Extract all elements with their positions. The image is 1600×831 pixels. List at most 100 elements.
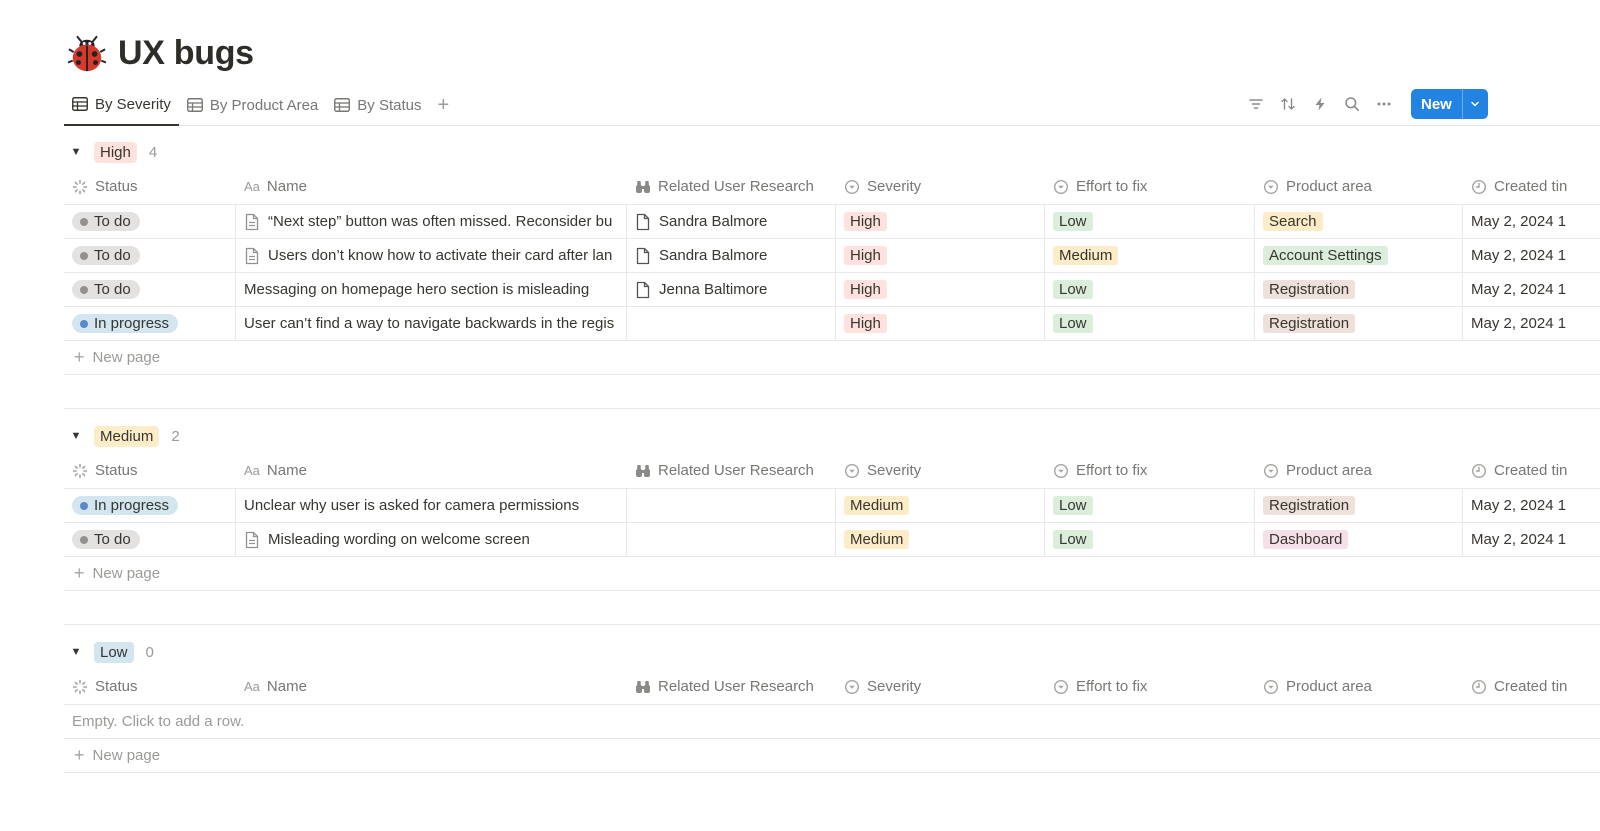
- severity-cell[interactable]: High: [836, 273, 1045, 306]
- column-header-research[interactable]: Related User Research: [627, 669, 836, 704]
- column-header-name[interactable]: Aa Name: [236, 453, 627, 488]
- product-area-cell[interactable]: Search: [1255, 205, 1463, 238]
- table-row[interactable]: To do Misleading wording on welcome scre…: [64, 523, 1600, 557]
- column-header-research[interactable]: Related User Research: [627, 453, 836, 488]
- group-count: 2: [171, 427, 180, 445]
- binoculars-icon: [636, 680, 650, 693]
- column-header-product-area[interactable]: Product area: [1255, 169, 1463, 204]
- name-cell[interactable]: “Next step” button was often missed. Rec…: [236, 205, 627, 238]
- status-cell[interactable]: To do: [64, 523, 236, 556]
- column-header-name[interactable]: Aa Name: [236, 169, 627, 204]
- severity-cell[interactable]: Medium: [836, 489, 1045, 522]
- status-cell[interactable]: To do: [64, 205, 236, 238]
- more-options-button[interactable]: [1368, 90, 1400, 118]
- status-cell[interactable]: To do: [64, 239, 236, 272]
- column-header-status[interactable]: Status: [64, 169, 236, 204]
- new-page-button[interactable]: + New page: [64, 557, 1600, 591]
- table-row[interactable]: To do Messaging on homepage hero section…: [64, 273, 1600, 307]
- effort-cell[interactable]: Low: [1045, 307, 1255, 340]
- research-cell[interactable]: Jenna Baltimore: [627, 273, 836, 306]
- effort-cell[interactable]: Low: [1045, 489, 1255, 522]
- created-cell[interactable]: May 2, 2024 1: [1463, 239, 1600, 272]
- severity-cell[interactable]: High: [836, 307, 1045, 340]
- created-cell[interactable]: May 2, 2024 1: [1463, 523, 1600, 556]
- new-page-button[interactable]: + New page: [64, 739, 1600, 773]
- column-header-effort[interactable]: Effort to fix: [1045, 669, 1255, 704]
- filter-button[interactable]: [1240, 90, 1272, 118]
- column-header-effort[interactable]: Effort to fix: [1045, 453, 1255, 488]
- research-cell[interactable]: [627, 489, 836, 522]
- name-cell[interactable]: Messaging on homepage hero section is mi…: [236, 273, 627, 306]
- name-cell[interactable]: Users don’t know how to activate their c…: [236, 239, 627, 272]
- product-area-cell[interactable]: Registration: [1255, 273, 1463, 306]
- column-header-severity[interactable]: Severity: [836, 669, 1045, 704]
- product-area-cell[interactable]: Registration: [1255, 307, 1463, 340]
- new-page-label: New page: [92, 349, 161, 366]
- table-row[interactable]: To do “Next step” button was often misse…: [64, 205, 1600, 239]
- severity-cell[interactable]: Medium: [836, 523, 1045, 556]
- select-icon: [844, 179, 860, 194]
- ladybug-icon[interactable]: [68, 35, 106, 73]
- effort-cell[interactable]: Low: [1045, 523, 1255, 556]
- research-link[interactable]: Jenna Baltimore: [635, 281, 767, 299]
- created-cell[interactable]: May 2, 2024 1: [1463, 273, 1600, 306]
- status-cell[interactable]: To do: [64, 273, 236, 306]
- column-header-name[interactable]: Aa Name: [236, 669, 627, 704]
- collapse-toggle[interactable]: ▼: [64, 646, 88, 658]
- product-area-cell[interactable]: Dashboard: [1255, 523, 1463, 556]
- column-header-status[interactable]: Status: [64, 453, 236, 488]
- research-cell[interactable]: [627, 307, 836, 340]
- group-tag[interactable]: Low: [94, 641, 134, 663]
- collapse-toggle[interactable]: ▼: [64, 430, 88, 442]
- tab-by-severity[interactable]: By Severity: [64, 84, 179, 126]
- automation-button[interactable]: [1304, 90, 1336, 118]
- column-header-product-area[interactable]: Product area: [1255, 453, 1463, 488]
- product-area-cell[interactable]: Registration: [1255, 489, 1463, 522]
- group-tag[interactable]: High: [94, 141, 137, 163]
- column-header-product-area[interactable]: Product area: [1255, 669, 1463, 704]
- column-header-effort[interactable]: Effort to fix: [1045, 169, 1255, 204]
- column-header-severity[interactable]: Severity: [836, 169, 1045, 204]
- collapse-toggle[interactable]: ▼: [64, 146, 88, 158]
- new-button[interactable]: New: [1411, 89, 1462, 119]
- column-label: Product area: [1286, 462, 1372, 479]
- column-header-created[interactable]: Created tin: [1463, 169, 1600, 204]
- created-cell[interactable]: May 2, 2024 1: [1463, 205, 1600, 238]
- severity-cell[interactable]: High: [836, 205, 1045, 238]
- severity-cell[interactable]: High: [836, 239, 1045, 272]
- new-page-button[interactable]: + New page: [64, 341, 1600, 375]
- group-header: ▼ High 4: [64, 135, 1600, 169]
- new-dropdown-button[interactable]: [1461, 89, 1488, 119]
- research-cell[interactable]: Sandra Balmore: [627, 205, 836, 238]
- column-header-created[interactable]: Created tin: [1463, 453, 1600, 488]
- sort-button[interactable]: [1272, 90, 1304, 118]
- created-cell[interactable]: May 2, 2024 1: [1463, 489, 1600, 522]
- table-row[interactable]: In progress User can’t find a way to nav…: [64, 307, 1600, 341]
- column-header-status[interactable]: Status: [64, 669, 236, 704]
- column-header-severity[interactable]: Severity: [836, 453, 1045, 488]
- research-cell[interactable]: Sandra Balmore: [627, 239, 836, 272]
- empty-row[interactable]: Empty. Click to add a row.: [64, 705, 1600, 739]
- column-header-research[interactable]: Related User Research: [627, 169, 836, 204]
- research-cell[interactable]: [627, 523, 836, 556]
- research-link[interactable]: Sandra Balmore: [635, 247, 767, 265]
- status-cell[interactable]: In progress: [64, 307, 236, 340]
- name-cell[interactable]: Misleading wording on welcome screen: [236, 523, 627, 556]
- search-button[interactable]: [1336, 90, 1368, 118]
- group-tag[interactable]: Medium: [94, 425, 160, 447]
- table-row[interactable]: To do Users don’t know how to activate t…: [64, 239, 1600, 273]
- table-row[interactable]: In progress Unclear why user is asked fo…: [64, 489, 1600, 523]
- add-view-button[interactable]: +: [429, 84, 457, 126]
- product-area-cell[interactable]: Account Settings: [1255, 239, 1463, 272]
- research-link[interactable]: Sandra Balmore: [635, 213, 767, 231]
- status-cell[interactable]: In progress: [64, 489, 236, 522]
- name-cell[interactable]: Unclear why user is asked for camera per…: [236, 489, 627, 522]
- name-cell[interactable]: User can’t find a way to navigate backwa…: [236, 307, 627, 340]
- tab-by-status[interactable]: By Status: [326, 84, 429, 126]
- effort-cell[interactable]: Low: [1045, 205, 1255, 238]
- column-header-created[interactable]: Created tin: [1463, 669, 1600, 704]
- effort-cell[interactable]: Medium: [1045, 239, 1255, 272]
- effort-cell[interactable]: Low: [1045, 273, 1255, 306]
- created-cell[interactable]: May 2, 2024 1: [1463, 307, 1600, 340]
- tab-by-product-area[interactable]: By Product Area: [179, 84, 326, 126]
